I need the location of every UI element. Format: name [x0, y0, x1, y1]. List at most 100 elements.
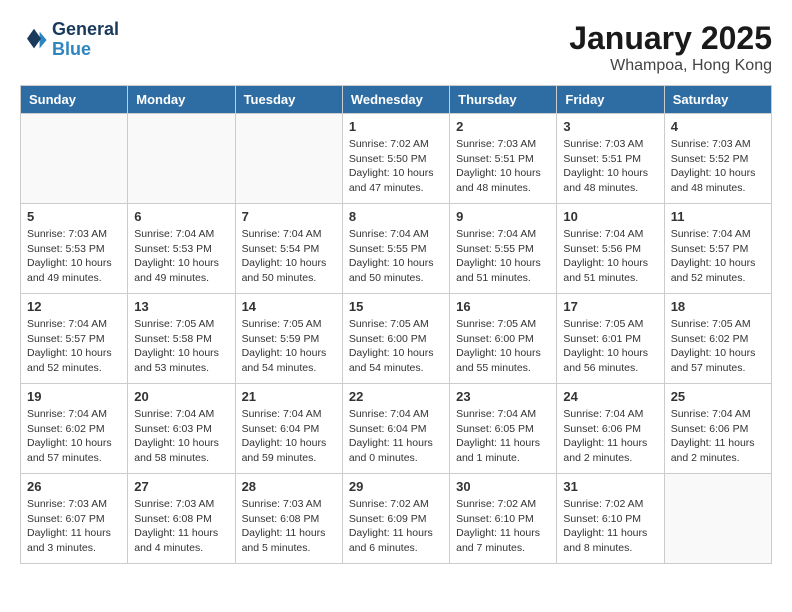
day-number: 5	[27, 209, 121, 224]
calendar-cell: 11 Sunrise: 7:04 AM Sunset: 5:57 PM Dayli…	[664, 204, 771, 294]
day-info: Sunrise: 7:05 AM Sunset: 5:58 PM Dayligh…	[134, 317, 228, 376]
calendar-header: SundayMondayTuesdayWednesdayThursdayFrid…	[21, 86, 772, 114]
calendar-cell: 21 Sunrise: 7:04 AM Sunset: 6:04 PM Dayli…	[235, 384, 342, 474]
day-number: 2	[456, 119, 550, 134]
day-number: 12	[27, 299, 121, 314]
day-info: Sunrise: 7:02 AM Sunset: 5:50 PM Dayligh…	[349, 137, 443, 196]
day-info: Sunrise: 7:03 AM Sunset: 5:53 PM Dayligh…	[27, 227, 121, 286]
calendar-cell	[128, 114, 235, 204]
column-header-monday: Monday	[128, 86, 235, 114]
day-info: Sunrise: 7:04 AM Sunset: 6:04 PM Dayligh…	[349, 407, 443, 466]
calendar-cell: 4 Sunrise: 7:03 AM Sunset: 5:52 PM Daylig…	[664, 114, 771, 204]
day-info: Sunrise: 7:04 AM Sunset: 6:06 PM Dayligh…	[563, 407, 657, 466]
column-header-wednesday: Wednesday	[342, 86, 449, 114]
day-info: Sunrise: 7:03 AM Sunset: 5:52 PM Dayligh…	[671, 137, 765, 196]
calendar-cell: 24 Sunrise: 7:04 AM Sunset: 6:06 PM Dayli…	[557, 384, 664, 474]
calendar-cell: 12 Sunrise: 7:04 AM Sunset: 5:57 PM Dayli…	[21, 294, 128, 384]
column-header-saturday: Saturday	[664, 86, 771, 114]
day-info: Sunrise: 7:03 AM Sunset: 5:51 PM Dayligh…	[456, 137, 550, 196]
day-number: 26	[27, 479, 121, 494]
calendar-cell	[664, 474, 771, 564]
calendar-cell: 9Sunrise: 7:04 AM Sunset: 5:55 PM Daylig…	[450, 204, 557, 294]
calendar-week-3: 12 Sunrise: 7:04 AM Sunset: 5:57 PM Dayli…	[21, 294, 772, 384]
logo: General Blue	[20, 20, 119, 60]
calendar-cell: 28Sunrise: 7:03 AM Sunset: 6:08 PM Dayli…	[235, 474, 342, 564]
day-info: Sunrise: 7:05 AM Sunset: 6:02 PM Dayligh…	[671, 317, 765, 376]
day-number: 22	[349, 389, 443, 404]
calendar-title: January 2025	[569, 20, 772, 57]
day-number: 27	[134, 479, 228, 494]
calendar-cell: 29Sunrise: 7:02 AM Sunset: 6:09 PM Dayli…	[342, 474, 449, 564]
day-info: Sunrise: 7:04 AM Sunset: 5:54 PM Dayligh…	[242, 227, 336, 286]
day-info: Sunrise: 7:05 AM Sunset: 6:00 PM Dayligh…	[456, 317, 550, 376]
day-info: Sunrise: 7:04 AM Sunset: 5:56 PM Dayligh…	[563, 227, 657, 286]
calendar-cell: 1Sunrise: 7:02 AM Sunset: 5:50 PM Daylig…	[342, 114, 449, 204]
column-header-sunday: Sunday	[21, 86, 128, 114]
calendar-cell	[235, 114, 342, 204]
day-info: Sunrise: 7:04 AM Sunset: 6:05 PM Dayligh…	[456, 407, 550, 466]
calendar-cell: 14Sunrise: 7:05 AM Sunset: 5:59 PM Dayli…	[235, 294, 342, 384]
calendar-cell: 17 Sunrise: 7:05 AM Sunset: 6:01 PM Dayli…	[557, 294, 664, 384]
day-info: Sunrise: 7:05 AM Sunset: 6:00 PM Dayligh…	[349, 317, 443, 376]
calendar-cell: 7 Sunrise: 7:04 AM Sunset: 5:54 PM Daylig…	[235, 204, 342, 294]
calendar-table: SundayMondayTuesdayWednesdayThursdayFrid…	[20, 85, 772, 564]
day-info: Sunrise: 7:04 AM Sunset: 6:03 PM Dayligh…	[134, 407, 228, 466]
day-info: Sunrise: 7:04 AM Sunset: 5:57 PM Dayligh…	[27, 317, 121, 376]
logo-icon	[20, 26, 48, 54]
logo-text: General Blue	[52, 20, 119, 60]
day-info: Sunrise: 7:04 AM Sunset: 6:02 PM Dayligh…	[27, 407, 121, 466]
day-number: 20	[134, 389, 228, 404]
day-info: Sunrise: 7:02 AM Sunset: 6:10 PM Dayligh…	[563, 497, 657, 556]
calendar-cell: 22 Sunrise: 7:04 AM Sunset: 6:04 PM Dayli…	[342, 384, 449, 474]
calendar-week-2: 5 Sunrise: 7:03 AM Sunset: 5:53 PM Daylig…	[21, 204, 772, 294]
day-number: 11	[671, 209, 765, 224]
calendar-cell: 31 Sunrise: 7:02 AM Sunset: 6:10 PM Dayli…	[557, 474, 664, 564]
day-number: 13	[134, 299, 228, 314]
calendar-cell: 30Sunrise: 7:02 AM Sunset: 6:10 PM Dayli…	[450, 474, 557, 564]
day-number: 10	[563, 209, 657, 224]
day-info: Sunrise: 7:04 AM Sunset: 6:04 PM Dayligh…	[242, 407, 336, 466]
calendar-cell: 23 Sunrise: 7:04 AM Sunset: 6:05 PM Dayli…	[450, 384, 557, 474]
calendar-week-5: 26 Sunrise: 7:03 AM Sunset: 6:07 PM Dayli…	[21, 474, 772, 564]
column-header-thursday: Thursday	[450, 86, 557, 114]
calendar-cell: 5 Sunrise: 7:03 AM Sunset: 5:53 PM Daylig…	[21, 204, 128, 294]
day-info: Sunrise: 7:05 AM Sunset: 6:01 PM Dayligh…	[563, 317, 657, 376]
day-number: 17	[563, 299, 657, 314]
page-header: General Blue January 2025 Whampoa, Hong …	[20, 20, 772, 75]
calendar-cell: 16Sunrise: 7:05 AM Sunset: 6:00 PM Dayli…	[450, 294, 557, 384]
day-number: 3	[563, 119, 657, 134]
calendar-cell: 26 Sunrise: 7:03 AM Sunset: 6:07 PM Dayli…	[21, 474, 128, 564]
day-number: 15	[349, 299, 443, 314]
day-info: Sunrise: 7:03 AM Sunset: 6:08 PM Dayligh…	[134, 497, 228, 556]
calendar-cell: 18Sunrise: 7:05 AM Sunset: 6:02 PM Dayli…	[664, 294, 771, 384]
calendar-cell: 19 Sunrise: 7:04 AM Sunset: 6:02 PM Dayli…	[21, 384, 128, 474]
day-number: 21	[242, 389, 336, 404]
day-number: 6	[134, 209, 228, 224]
calendar-cell: 13 Sunrise: 7:05 AM Sunset: 5:58 PM Dayli…	[128, 294, 235, 384]
column-header-friday: Friday	[557, 86, 664, 114]
day-info: Sunrise: 7:04 AM Sunset: 5:57 PM Dayligh…	[671, 227, 765, 286]
day-number: 8	[349, 209, 443, 224]
day-number: 4	[671, 119, 765, 134]
day-info: Sunrise: 7:03 AM Sunset: 6:08 PM Dayligh…	[242, 497, 336, 556]
day-number: 7	[242, 209, 336, 224]
calendar-cell: 3 Sunrise: 7:03 AM Sunset: 5:51 PM Daylig…	[557, 114, 664, 204]
calendar-subtitle: Whampoa, Hong Kong	[569, 57, 772, 75]
calendar-cell: 27 Sunrise: 7:03 AM Sunset: 6:08 PM Dayli…	[128, 474, 235, 564]
day-number: 31	[563, 479, 657, 494]
calendar-cell: 10 Sunrise: 7:04 AM Sunset: 5:56 PM Dayli…	[557, 204, 664, 294]
day-number: 25	[671, 389, 765, 404]
day-info: Sunrise: 7:04 AM Sunset: 6:06 PM Dayligh…	[671, 407, 765, 466]
day-number: 30	[456, 479, 550, 494]
day-number: 23	[456, 389, 550, 404]
day-info: Sunrise: 7:02 AM Sunset: 6:09 PM Dayligh…	[349, 497, 443, 556]
day-info: Sunrise: 7:03 AM Sunset: 5:51 PM Dayligh…	[563, 137, 657, 196]
day-number: 14	[242, 299, 336, 314]
day-number: 24	[563, 389, 657, 404]
calendar-cell: 8Sunrise: 7:04 AM Sunset: 5:55 PM Daylig…	[342, 204, 449, 294]
day-info: Sunrise: 7:03 AM Sunset: 6:07 PM Dayligh…	[27, 497, 121, 556]
day-number: 19	[27, 389, 121, 404]
calendar-cell: 2 Sunrise: 7:03 AM Sunset: 5:51 PM Daylig…	[450, 114, 557, 204]
calendar-cell: 20 Sunrise: 7:04 AM Sunset: 6:03 PM Dayli…	[128, 384, 235, 474]
day-info: Sunrise: 7:04 AM Sunset: 5:53 PM Dayligh…	[134, 227, 228, 286]
